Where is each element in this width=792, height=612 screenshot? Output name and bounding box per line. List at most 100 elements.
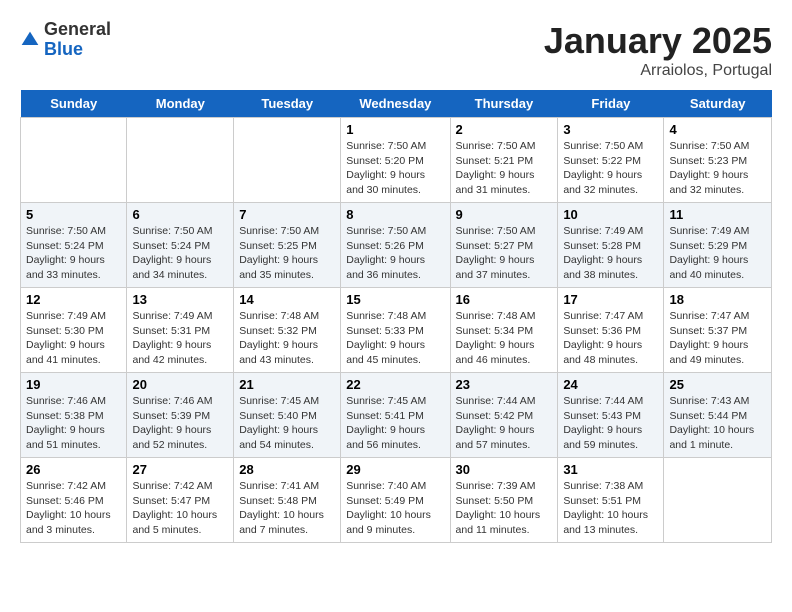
cell-content: Sunrise: 7:50 AM Sunset: 5:26 PM Dayligh… [346,224,444,283]
calendar-cell: 28 Sunrise: 7:41 AM Sunset: 5:48 PM Dayli… [234,458,341,543]
week-row-2: 5Sunrise: 7:50 AM Sunset: 5:24 PM Daylig… [21,203,772,288]
month-title: January 2025 [544,20,772,62]
day-number: 26 [26,462,121,477]
cell-content: Sunrise: 7:49 AM Sunset: 5:30 PM Dayligh… [26,309,121,368]
cell-content: Sunrise: 7:46 AM Sunset: 5:38 PM Dayligh… [26,394,121,453]
calendar-cell: 4 Sunrise: 7:50 AM Sunset: 5:23 PM Daylig… [664,118,772,203]
calendar-cell: 12 Sunrise: 7:49 AM Sunset: 5:30 PM Dayli… [21,288,127,373]
cell-content: Sunrise: 7:50 AM Sunset: 5:22 PM Dayligh… [563,139,658,198]
cell-content: Sunrise: 7:49 AM Sunset: 5:29 PM Dayligh… [669,224,766,283]
day-number: 11 [669,207,766,222]
cell-content: Sunrise: 7:49 AM Sunset: 5:31 PM Dayligh… [132,309,228,368]
cell-content: Sunrise: 7:50 AM Sunset: 5:20 PM Dayligh… [346,139,444,198]
day-number: 27 [132,462,228,477]
day-number: 17 [563,292,658,307]
day-header-saturday: Saturday [664,90,772,118]
logo-icon [20,30,40,50]
day-number: 15 [346,292,444,307]
calendar-cell: 7 Sunrise: 7:50 AM Sunset: 5:25 PM Daylig… [234,203,341,288]
day-number: 23 [456,377,553,392]
day-number: 3 [563,122,658,137]
cell-content: Sunrise: 7:41 AM Sunset: 5:48 PM Dayligh… [239,479,335,538]
calendar-cell [234,118,341,203]
cell-content: Sunrise: 7:50 AM Sunset: 5:27 PM Dayligh… [456,224,553,283]
logo-blue: Blue [44,40,111,60]
calendar-cell: 25 Sunrise: 7:43 AM Sunset: 5:44 PM Dayli… [664,373,772,458]
calendar-cell: 22 Sunrise: 7:45 AM Sunset: 5:41 PM Dayli… [341,373,450,458]
week-row-5: 26 Sunrise: 7:42 AM Sunset: 5:46 PM Dayli… [21,458,772,543]
calendar-cell: 18 Sunrise: 7:47 AM Sunset: 5:37 PM Dayli… [664,288,772,373]
calendar-cell: 14 Sunrise: 7:48 AM Sunset: 5:32 PM Dayli… [234,288,341,373]
calendar-cell: 19 Sunrise: 7:46 AM Sunset: 5:38 PM Dayli… [21,373,127,458]
cell-content: Sunrise: 7:44 AM Sunset: 5:42 PM Dayligh… [456,394,553,453]
day-number: 24 [563,377,658,392]
week-row-3: 12 Sunrise: 7:49 AM Sunset: 5:30 PM Dayli… [21,288,772,373]
week-row-4: 19 Sunrise: 7:46 AM Sunset: 5:38 PM Dayli… [21,373,772,458]
cell-content: Sunrise: 7:42 AM Sunset: 5:46 PM Dayligh… [26,479,121,538]
day-number: 19 [26,377,121,392]
day-number: 20 [132,377,228,392]
day-number: 12 [26,292,121,307]
day-number: 22 [346,377,444,392]
cell-content: Sunrise: 7:50 AM Sunset: 5:25 PM Dayligh… [239,224,335,283]
cell-content: Sunrise: 7:46 AM Sunset: 5:39 PM Dayligh… [132,394,228,453]
cell-content: Sunrise: 7:48 AM Sunset: 5:34 PM Dayligh… [456,309,553,368]
cell-content: Sunrise: 7:45 AM Sunset: 5:41 PM Dayligh… [346,394,444,453]
header-row: SundayMondayTuesdayWednesdayThursdayFrid… [21,90,772,118]
cell-content: Sunrise: 7:50 AM Sunset: 5:24 PM Dayligh… [26,224,121,283]
calendar-cell: 8 Sunrise: 7:50 AM Sunset: 5:26 PM Daylig… [341,203,450,288]
cell-content: Sunrise: 7:48 AM Sunset: 5:33 PM Dayligh… [346,309,444,368]
location-subtitle: Arraiolos, Portugal [544,62,772,80]
cell-content: Sunrise: 7:45 AM Sunset: 5:40 PM Dayligh… [239,394,335,453]
day-number: 18 [669,292,766,307]
day-header-thursday: Thursday [450,90,558,118]
day-number: 29 [346,462,444,477]
calendar-cell [127,118,234,203]
calendar-cell: 30 Sunrise: 7:39 AM Sunset: 5:50 PM Dayli… [450,458,558,543]
day-number: 28 [239,462,335,477]
calendar-cell: 3 Sunrise: 7:50 AM Sunset: 5:22 PM Daylig… [558,118,664,203]
day-number: 9 [456,207,553,222]
logo-general: General [44,20,111,40]
cell-content: Sunrise: 7:50 AM Sunset: 5:21 PM Dayligh… [456,139,553,198]
calendar-cell: 24Sunrise: 7:44 AM Sunset: 5:43 PM Dayli… [558,373,664,458]
day-number: 4 [669,122,766,137]
day-number: 8 [346,207,444,222]
day-header-tuesday: Tuesday [234,90,341,118]
day-number: 2 [456,122,553,137]
cell-content: Sunrise: 7:48 AM Sunset: 5:32 PM Dayligh… [239,309,335,368]
day-number: 14 [239,292,335,307]
calendar-cell: 20 Sunrise: 7:46 AM Sunset: 5:39 PM Dayli… [127,373,234,458]
calendar-cell: 6 Sunrise: 7:50 AM Sunset: 5:24 PM Daylig… [127,203,234,288]
calendar-cell: 1Sunrise: 7:50 AM Sunset: 5:20 PM Daylig… [341,118,450,203]
cell-content: Sunrise: 7:47 AM Sunset: 5:36 PM Dayligh… [563,309,658,368]
cell-content: Sunrise: 7:43 AM Sunset: 5:44 PM Dayligh… [669,394,766,453]
cell-content: Sunrise: 7:49 AM Sunset: 5:28 PM Dayligh… [563,224,658,283]
cell-content: Sunrise: 7:50 AM Sunset: 5:23 PM Dayligh… [669,139,766,198]
week-row-1: 1Sunrise: 7:50 AM Sunset: 5:20 PM Daylig… [21,118,772,203]
calendar-cell: 10Sunrise: 7:49 AM Sunset: 5:28 PM Dayli… [558,203,664,288]
day-header-monday: Monday [127,90,234,118]
calendar-cell: 21 Sunrise: 7:45 AM Sunset: 5:40 PM Dayli… [234,373,341,458]
calendar-cell: 13 Sunrise: 7:49 AM Sunset: 5:31 PM Dayli… [127,288,234,373]
day-number: 7 [239,207,335,222]
calendar-cell: 2 Sunrise: 7:50 AM Sunset: 5:21 PM Daylig… [450,118,558,203]
calendar-table: SundayMondayTuesdayWednesdayThursdayFrid… [20,90,772,543]
day-number: 16 [456,292,553,307]
calendar-cell [664,458,772,543]
calendar-cell: 16 Sunrise: 7:48 AM Sunset: 5:34 PM Dayli… [450,288,558,373]
calendar-cell: 15 Sunrise: 7:48 AM Sunset: 5:33 PM Dayli… [341,288,450,373]
cell-content: Sunrise: 7:47 AM Sunset: 5:37 PM Dayligh… [669,309,766,368]
day-number: 31 [563,462,658,477]
day-number: 13 [132,292,228,307]
day-number: 25 [669,377,766,392]
day-header-wednesday: Wednesday [341,90,450,118]
day-number: 21 [239,377,335,392]
day-number: 30 [456,462,553,477]
day-number: 6 [132,207,228,222]
calendar-cell: 9 Sunrise: 7:50 AM Sunset: 5:27 PM Daylig… [450,203,558,288]
calendar-cell: 31Sunrise: 7:38 AM Sunset: 5:51 PM Dayli… [558,458,664,543]
cell-content: Sunrise: 7:50 AM Sunset: 5:24 PM Dayligh… [132,224,228,283]
calendar-cell [21,118,127,203]
cell-content: Sunrise: 7:39 AM Sunset: 5:50 PM Dayligh… [456,479,553,538]
